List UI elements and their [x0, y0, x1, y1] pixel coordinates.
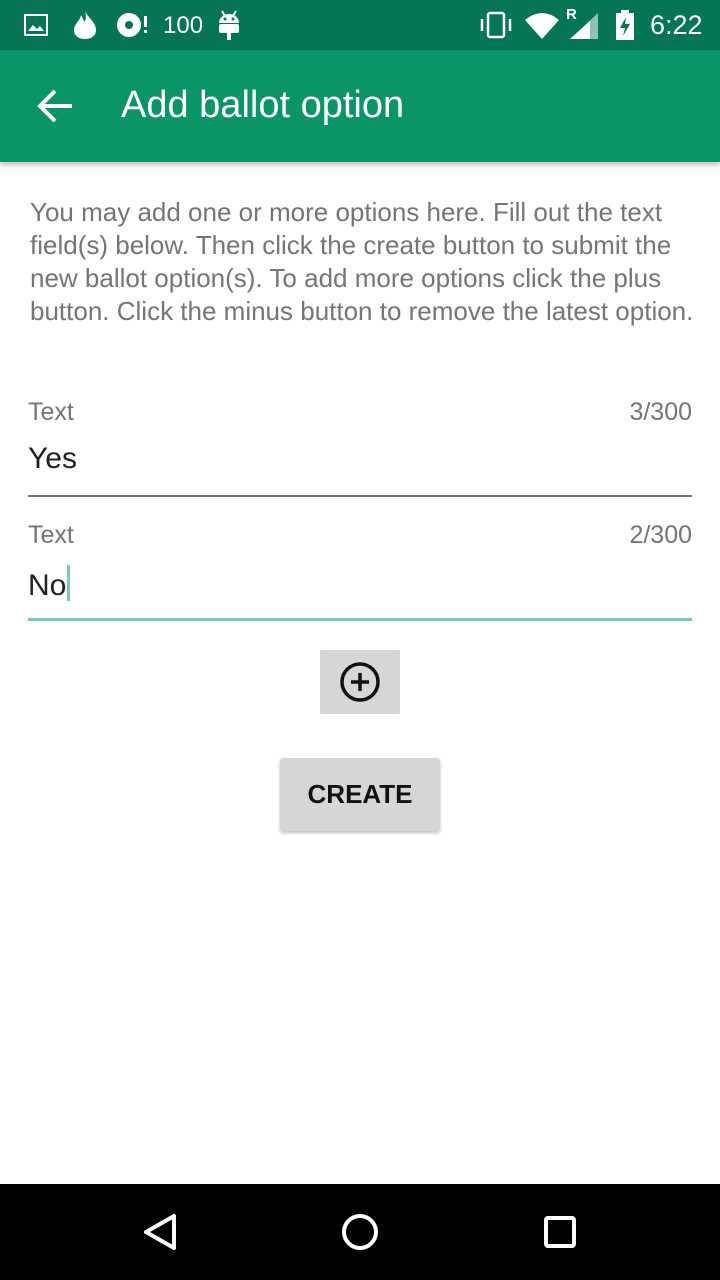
create-button[interactable]: CREATE	[280, 758, 440, 831]
recents-square-icon[interactable]	[536, 1208, 584, 1256]
option-field-1[interactable]: Text 3/300 Yes	[28, 398, 692, 498]
page-title: Add ballot option	[121, 84, 405, 126]
arrow-back-icon	[37, 89, 72, 123]
field-value[interactable]: Yes	[28, 442, 77, 476]
android-icon	[219, 10, 239, 40]
status-count: 100	[163, 12, 204, 39]
char-counter: 2/300	[629, 521, 692, 549]
wifi-icon	[525, 13, 559, 39]
image-icon	[24, 14, 48, 36]
field-underline	[28, 618, 692, 621]
disc-icon	[117, 13, 147, 37]
instructions-text: You may add one or more options here. Fi…	[30, 197, 694, 326]
field-underline	[28, 495, 692, 497]
home-circle-icon[interactable]	[336, 1208, 384, 1256]
fire-icon	[74, 11, 96, 39]
status-bar: 100 R 6:22	[0, 0, 720, 50]
field-value-wrap[interactable]: No	[28, 565, 71, 603]
navigation-bar	[0, 1184, 720, 1280]
clock: 6:22	[650, 10, 703, 40]
app-bar: Add ballot option	[0, 50, 720, 162]
add-option-button[interactable]	[320, 650, 400, 714]
vibrate-icon	[480, 11, 512, 39]
field-value: No	[28, 569, 67, 602]
battery-charging-icon	[616, 10, 634, 40]
field-label: Text	[28, 398, 74, 426]
char-counter: 3/300	[629, 398, 692, 426]
text-cursor	[67, 565, 71, 601]
signal-icon	[570, 13, 598, 39]
back-triangle-icon[interactable]	[136, 1208, 184, 1256]
add-circle-icon	[340, 662, 380, 702]
field-label: Text	[28, 521, 74, 549]
option-field-2[interactable]: Text 2/300 No	[28, 521, 692, 621]
back-button[interactable]	[28, 78, 84, 134]
